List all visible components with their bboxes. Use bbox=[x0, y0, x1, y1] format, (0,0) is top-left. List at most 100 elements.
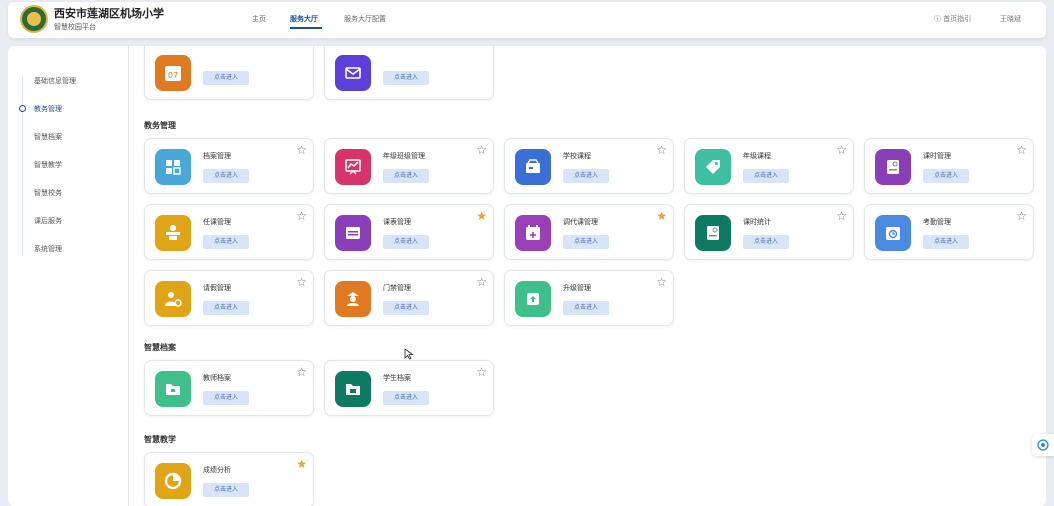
enter-button[interactable]: 点击进入 bbox=[383, 391, 429, 405]
enter-button[interactable]: 点击进入 bbox=[203, 235, 249, 249]
service-card[interactable]: 成绩分析点击进入 ★ bbox=[144, 452, 314, 506]
sidebar-item-after-school[interactable]: 课后服务 bbox=[34, 216, 62, 226]
nav-service-config[interactable]: 服务大厅配置 bbox=[344, 14, 386, 24]
pie-icon bbox=[155, 463, 191, 499]
favorite-star-icon[interactable]: ☆ bbox=[656, 276, 667, 288]
favorite-star-icon[interactable]: ☆ bbox=[1016, 210, 1027, 222]
service-card[interactable]: 学生档案 点击进入 ☆ bbox=[324, 360, 494, 416]
refresh-icon bbox=[1037, 439, 1049, 451]
grid-icon bbox=[155, 149, 191, 185]
service-card[interactable]: 档案管理点击进入 ☆ bbox=[144, 138, 314, 194]
card-title: 成绩分析 bbox=[203, 466, 231, 474]
sidebar: 基础信息管理 教务管理 智慧档案 智慧教学 智慧校务 课后服务 系统管理 bbox=[8, 46, 129, 506]
favorite-star-icon[interactable]: ★ bbox=[476, 210, 487, 222]
section-title-archives: 智慧档案 bbox=[144, 343, 176, 352]
service-card[interactable]: 请假管理点击进入 ☆ bbox=[144, 270, 314, 326]
favorite-star-icon[interactable]: ☆ bbox=[656, 144, 667, 156]
card-title: 门禁管理 bbox=[383, 284, 411, 292]
guard-icon bbox=[335, 281, 371, 317]
calendar-plus-icon bbox=[515, 215, 551, 251]
sidebar-item-system[interactable]: 系统管理 bbox=[34, 244, 62, 254]
service-card-partial[interactable]: 点击进入 bbox=[324, 46, 494, 100]
enter-button[interactable]: 点击进入 bbox=[923, 235, 969, 249]
favorite-star-icon[interactable]: ☆ bbox=[476, 276, 487, 288]
sidebar-item-basic-info[interactable]: 基础信息管理 bbox=[34, 76, 76, 86]
card-title: 教师档案 bbox=[203, 374, 231, 382]
card-title: 调代课管理 bbox=[563, 218, 598, 226]
enter-button[interactable]: 点击进入 bbox=[743, 169, 789, 183]
sidebar-item-school-affairs[interactable]: 智慧校务 bbox=[34, 188, 62, 198]
service-card[interactable]: 学校课程点击进入 ☆ bbox=[504, 138, 674, 194]
favorite-star-icon[interactable]: ★ bbox=[296, 458, 307, 470]
section-title-academic: 教务管理 bbox=[144, 121, 176, 130]
user-name[interactable]: 王晓斌 bbox=[1000, 14, 1021, 24]
card-title: 档案管理 bbox=[203, 152, 231, 160]
service-card-partial[interactable]: 07 点击进入 bbox=[144, 46, 314, 100]
book-icon bbox=[875, 149, 911, 185]
enter-button[interactable]: 点击进入 bbox=[203, 169, 249, 183]
card-title: 请假管理 bbox=[203, 284, 231, 292]
enter-button[interactable]: 点击进入 bbox=[383, 169, 429, 183]
card-title: 学校课程 bbox=[563, 152, 591, 160]
enter-button[interactable]: 点击进入 bbox=[563, 169, 609, 183]
service-card[interactable]: 课时管理 点击进入 ☆ bbox=[864, 138, 1034, 194]
tag-icon bbox=[695, 149, 731, 185]
favorite-star-icon[interactable]: ☆ bbox=[296, 210, 307, 222]
help-link[interactable]: ⓘ 首页指引 bbox=[934, 14, 971, 24]
upgrade-icon bbox=[515, 281, 551, 317]
service-card[interactable]: 课表管理 点击进入 ★ bbox=[324, 204, 494, 260]
card-title: 任课管理 bbox=[203, 218, 231, 226]
school-name: 西安市莲湖区机场小学 bbox=[54, 7, 164, 20]
favorite-star-icon[interactable]: ☆ bbox=[296, 276, 307, 288]
card-title: 升级管理 bbox=[563, 284, 591, 292]
main-panel: 基础信息管理 教务管理 智慧档案 智慧教学 智慧校务 课后服务 系统管理 07 … bbox=[8, 46, 1046, 506]
enter-button[interactable]: 点击进入 bbox=[203, 391, 249, 405]
sidebar-item-academic[interactable]: 教务管理 bbox=[34, 104, 62, 114]
floating-assistant-button[interactable] bbox=[1032, 434, 1054, 456]
favorite-star-icon[interactable]: ☆ bbox=[296, 144, 307, 156]
enter-button[interactable]: 点击进入 bbox=[203, 71, 249, 85]
favorite-star-icon[interactable]: ☆ bbox=[476, 366, 487, 378]
service-card[interactable]: 升级管理点击进入 ☆ bbox=[504, 270, 674, 326]
enter-button[interactable]: 点击进入 bbox=[383, 71, 429, 85]
favorite-star-icon[interactable]: ☆ bbox=[836, 210, 847, 222]
card-title: 考勤管理 bbox=[923, 218, 951, 226]
card-title: 年级班级管理 bbox=[383, 152, 425, 160]
mouse-cursor-icon bbox=[404, 348, 414, 360]
favorite-star-icon[interactable]: ☆ bbox=[476, 144, 487, 156]
service-card[interactable]: 门禁管理点击进入 ☆ bbox=[324, 270, 494, 326]
svg-text:07: 07 bbox=[168, 71, 178, 80]
school-logo bbox=[20, 5, 48, 33]
enter-button[interactable]: 点击进入 bbox=[743, 235, 789, 249]
enter-button[interactable]: 点击进入 bbox=[563, 301, 609, 315]
service-card[interactable]: 课时统计点击进入 ☆ bbox=[684, 204, 854, 260]
service-card[interactable]: 任课管理点击进入 ☆ bbox=[144, 204, 314, 260]
nav-home[interactable]: 主页 bbox=[252, 14, 266, 24]
teacher-icon bbox=[155, 215, 191, 251]
sidebar-item-archives[interactable]: 智慧档案 bbox=[34, 132, 62, 142]
service-card[interactable]: 教师档案点击进入 ☆ bbox=[144, 360, 314, 416]
favorite-star-icon[interactable]: ☆ bbox=[296, 366, 307, 378]
help-icon: ⓘ bbox=[934, 15, 941, 23]
favorite-star-icon[interactable]: ☆ bbox=[1016, 144, 1027, 156]
favorite-star-icon[interactable]: ☆ bbox=[836, 144, 847, 156]
card-title: 课时统计 bbox=[743, 218, 771, 226]
student-folder-icon bbox=[335, 371, 371, 407]
enter-button[interactable]: 点击进入 bbox=[383, 235, 429, 249]
enter-button[interactable]: 点击进入 bbox=[923, 169, 969, 183]
nav-service-hall[interactable]: 服务大厅 bbox=[290, 14, 318, 24]
service-card[interactable]: 年级班级管理点击进入 ☆ bbox=[324, 138, 494, 194]
favorite-star-icon[interactable]: ★ bbox=[656, 210, 667, 222]
mail-icon bbox=[335, 55, 371, 91]
service-card[interactable]: 考勤管理点击进入 ☆ bbox=[864, 204, 1034, 260]
enter-button[interactable]: 点击进入 bbox=[383, 301, 429, 315]
service-card[interactable]: 调代课管理点击进入 ★ bbox=[504, 204, 674, 260]
service-card[interactable]: 年级课程 点击进入 ☆ bbox=[684, 138, 854, 194]
enter-button[interactable]: 点击进入 bbox=[563, 235, 609, 249]
enter-button[interactable]: 点击进入 bbox=[203, 483, 249, 497]
sidebar-item-teaching[interactable]: 智慧教学 bbox=[34, 160, 62, 170]
enter-button[interactable]: 点击进入 bbox=[203, 301, 249, 315]
help-label: 首页指引 bbox=[943, 15, 972, 23]
top-header: 西安市莲湖区机场小学 智慧校园平台 主页 服务大厅 服务大厅配置 ⓘ 首页指引 … bbox=[8, 2, 1046, 38]
sidebar-active-dot bbox=[19, 105, 26, 112]
